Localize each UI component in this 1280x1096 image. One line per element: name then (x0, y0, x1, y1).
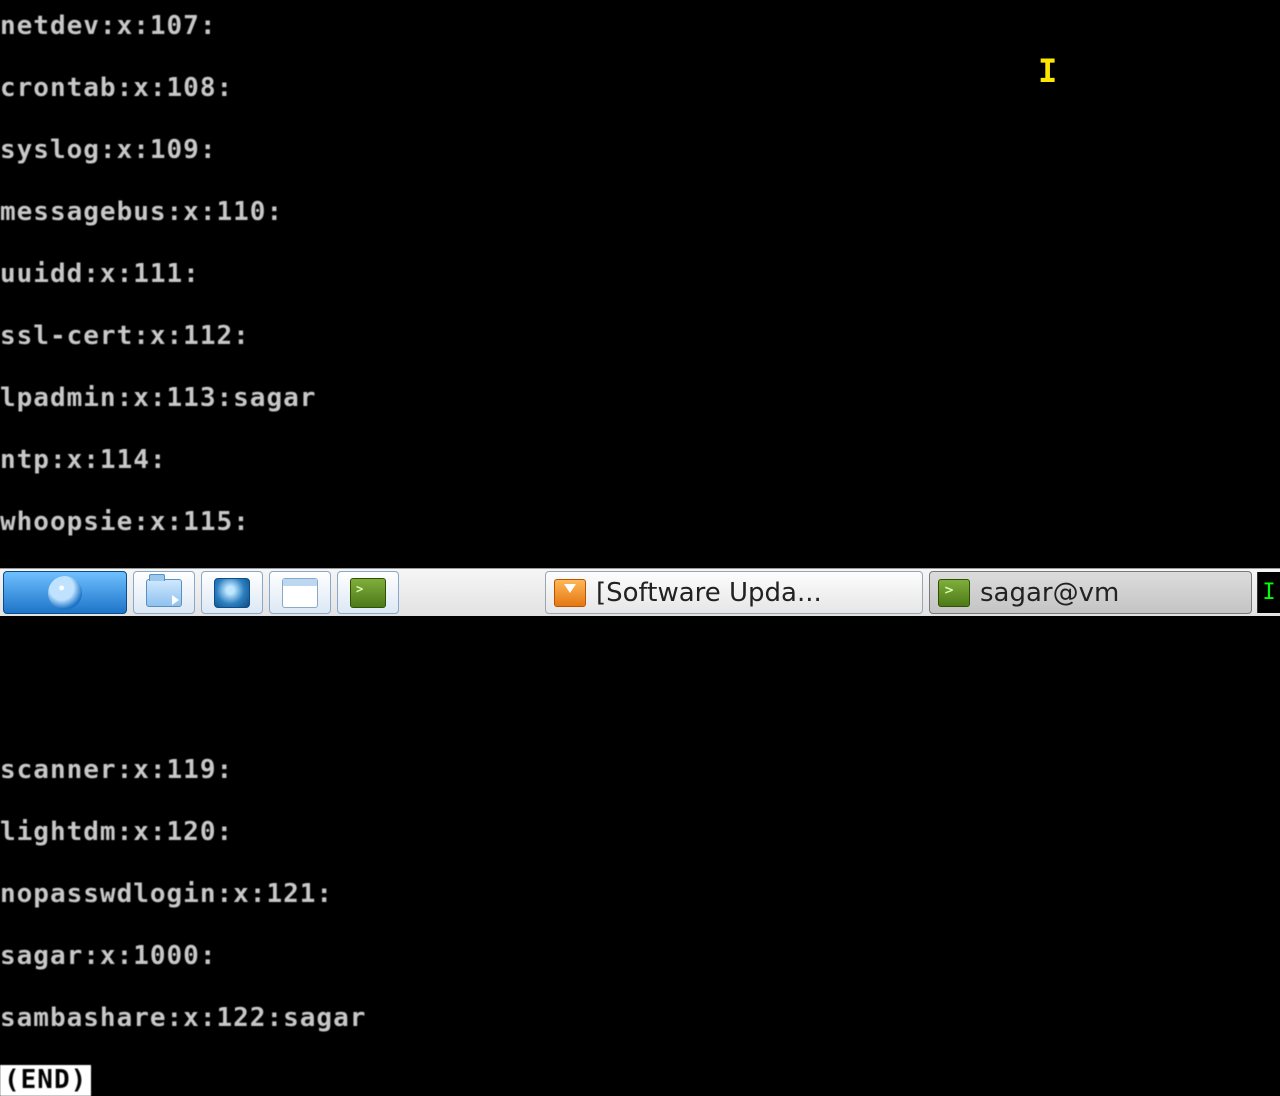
group-line: crontab:x:108: (0, 73, 1280, 104)
taskbar: [Software Upda... sagar@vm I (0, 568, 1280, 616)
group-line: sambashare:x:122:sagar (0, 1003, 1280, 1034)
folder-icon (146, 579, 182, 607)
system-tray[interactable]: I (1257, 572, 1280, 613)
group-line: messagebus:x:110: (0, 197, 1280, 228)
letterbox-bottom (0, 615, 1280, 720)
task-label: [Software Upda... (596, 578, 822, 608)
start-menu-button[interactable] (3, 571, 127, 614)
group-line: whoopsie:x:115: (0, 507, 1280, 538)
web-browser-launcher[interactable] (201, 571, 263, 614)
group-line: syslog:x:109: (0, 135, 1280, 166)
task-terminal-window[interactable]: sagar@vm (929, 571, 1252, 614)
terminal-icon (350, 578, 386, 608)
task-label: sagar@vm (980, 578, 1119, 608)
window-list-launcher[interactable] (269, 571, 331, 614)
terminal-icon (938, 579, 970, 607)
group-line: netdev:x:107: (0, 11, 1280, 42)
file-manager-launcher[interactable] (133, 571, 195, 614)
globe-icon (214, 578, 250, 608)
group-line: ssl-cert:x:112: (0, 321, 1280, 352)
task-software-updater[interactable]: [Software Upda... (545, 571, 923, 614)
distro-logo-icon (48, 576, 82, 610)
group-line: sagar:x:1000: (0, 941, 1280, 972)
window-icon (282, 578, 318, 608)
group-line: nopasswdlogin:x:121: (0, 879, 1280, 910)
tray-indicator-icon: I (1262, 580, 1275, 605)
terminal-launcher[interactable] (337, 571, 399, 614)
group-line: scanner:x:119: (0, 755, 1280, 786)
group-line: lightdm:x:120: (0, 817, 1280, 848)
text-cursor-icon: I (1038, 52, 1057, 90)
software-updater-icon (554, 579, 586, 607)
pager-end-marker: (END) (0, 1065, 91, 1096)
group-line: ntp:x:114: (0, 445, 1280, 476)
group-line: uuidd:x:111: (0, 259, 1280, 290)
group-line: lpadmin:x:113:sagar (0, 383, 1280, 414)
